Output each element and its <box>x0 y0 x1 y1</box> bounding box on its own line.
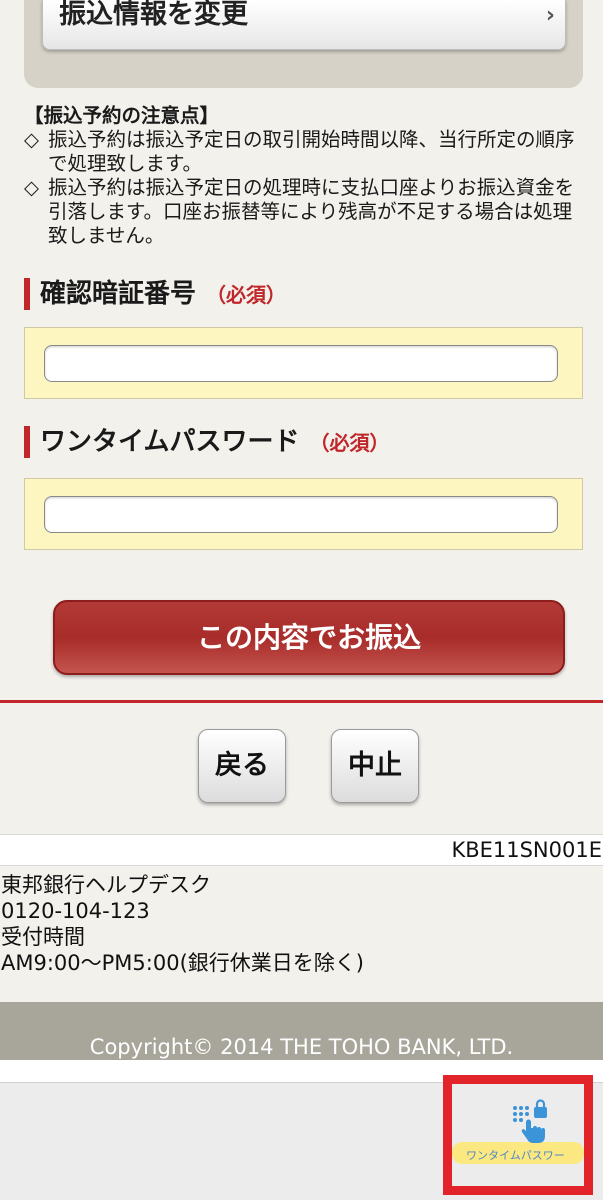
chevron-right-icon: › <box>545 3 555 28</box>
pin-title-text: 確認暗証番号 <box>40 279 197 309</box>
pin-section-title: 確認暗証番号 （必須） <box>24 278 286 310</box>
diamond-bullet-icon: ◇ <box>24 128 39 151</box>
confirm-transfer-button[interactable]: この内容でお振込 <box>53 600 565 675</box>
helpdesk-hours: AM9:00〜PM5:00(銀行休業日を除く) <box>1 951 364 975</box>
pin-required-mark: （必須） <box>206 283 287 307</box>
change-transfer-info-button[interactable]: 振込情報を変更 › <box>42 0 566 50</box>
notice-item-text: 振込予約は振込予定日の取引開始時間以降、当行所定の順序で処理致します。 <box>48 128 575 175</box>
otp-app-label: ワンタイムパスワー <box>466 1149 565 1162</box>
copyright-bar: Copyright© 2014 THE TOHO BANK, LTD. <box>0 1002 603 1060</box>
otp-title-text: ワンタイムパスワード <box>40 427 300 457</box>
diamond-bullet-icon: ◇ <box>24 176 39 199</box>
otp-field-wrap <box>24 478 583 550</box>
notice-item: ◇ 振込予約は振込予定日の取引開始時間以降、当行所定の順序で処理致します。 <box>24 128 584 176</box>
reservation-notice: 【振込予約の注意点】 ◇ 振込予約は振込予定日の取引開始時間以降、当行所定の順序… <box>24 104 584 248</box>
change-transfer-info-label: 振込情報を変更 <box>59 0 248 30</box>
notice-item: ◇ 振込予約は振込予定日の処理時に支払口座よりお振込資金を引落します。口座お振替… <box>24 176 584 248</box>
one-time-password-input[interactable] <box>44 496 558 533</box>
otp-required-mark: （必須） <box>309 431 390 455</box>
screen-id-bar: KBE11SN001E <box>0 834 603 866</box>
notice-heading: 【振込予約の注意点】 <box>24 104 220 127</box>
copyright-text: Copyright© 2014 THE TOHO BANK, LTD. <box>89 1035 514 1059</box>
pin-field-wrap <box>24 327 583 399</box>
otp-app-shortcut[interactable]: ワンタイムパスワー <box>443 1075 593 1195</box>
helpdesk-phone: 0120-104-123 <box>1 899 150 923</box>
helpdesk-name: 東邦銀行ヘルプデスク <box>1 873 211 897</box>
helpdesk-info: 東邦銀行ヘルプデスク 0120-104-123 受付時間 AM9:00〜PM5:… <box>1 872 364 976</box>
otp-section-title: ワンタイムパスワード （必須） <box>24 426 389 458</box>
keypad-lock-touch-icon <box>513 1099 547 1143</box>
cancel-button[interactable]: 中止 <box>331 729 419 803</box>
screen-id: KBE11SN001E <box>451 838 602 862</box>
confirmation-pin-input[interactable] <box>44 345 558 382</box>
helpdesk-hours-label: 受付時間 <box>1 925 85 949</box>
notice-item-text: 振込予約は振込予定日の処理時に支払口座よりお振込資金を引落します。口座お振替等に… <box>48 176 575 247</box>
divider <box>0 700 603 703</box>
back-button[interactable]: 戻る <box>198 729 286 803</box>
